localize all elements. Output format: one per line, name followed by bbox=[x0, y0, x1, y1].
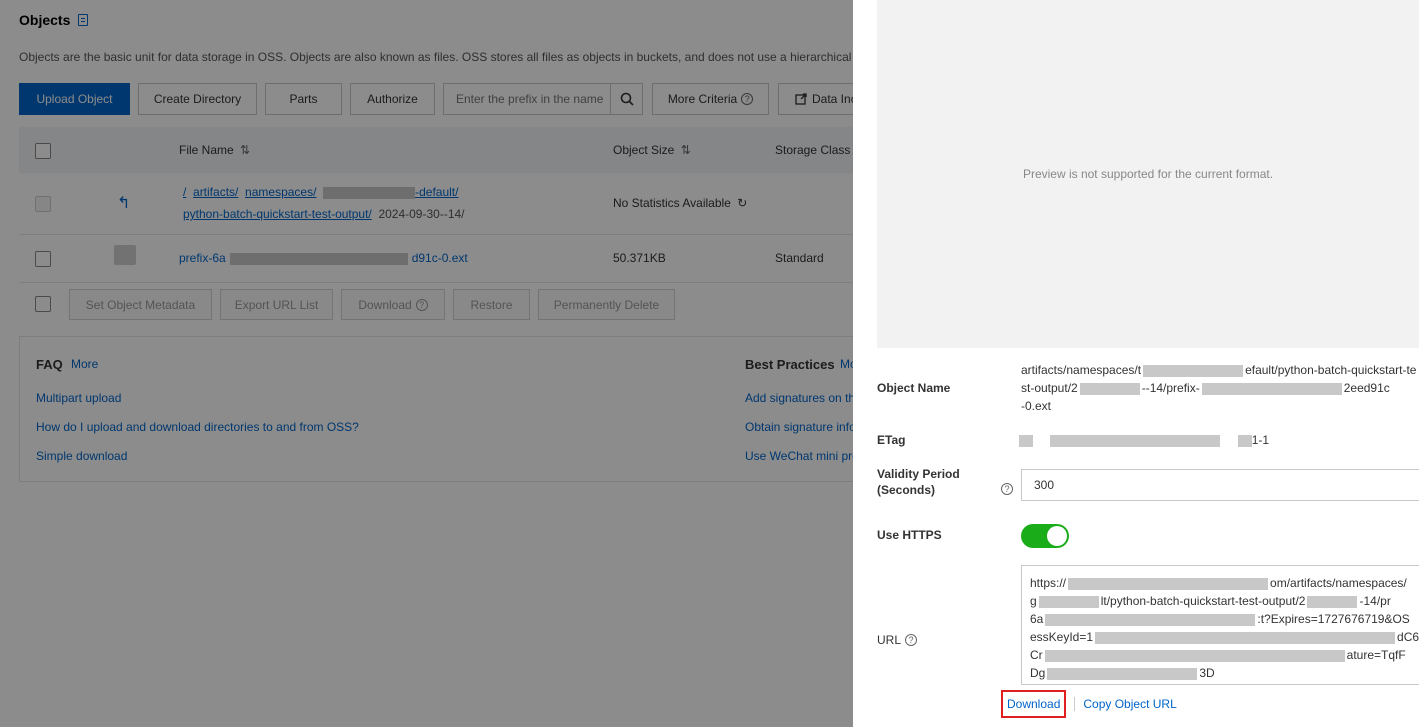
help-icon[interactable]: ? bbox=[1001, 483, 1013, 495]
help-icon[interactable]: ? bbox=[905, 634, 918, 646]
validity-period-label: Validity Period (Seconds) bbox=[877, 467, 960, 497]
etag-label: ETag bbox=[877, 433, 906, 447]
redacted-text bbox=[1201, 382, 1342, 395]
copy-object-url-link[interactable]: Copy Object URL bbox=[1083, 697, 1176, 711]
preview-area: Preview is not supported for the current… bbox=[877, 0, 1419, 348]
drawer-actions: Download Copy Object URL bbox=[1001, 690, 1177, 718]
modal-overlay[interactable] bbox=[0, 0, 853, 727]
url-textarea[interactable]: https://om/artifacts/namespaces/ g lt/pyt… bbox=[1021, 565, 1419, 685]
redacted-text bbox=[1038, 595, 1099, 608]
redacted-text bbox=[1095, 631, 1396, 644]
object-name-label: Object Name bbox=[877, 381, 951, 395]
redacted-text bbox=[1143, 364, 1244, 377]
redacted-text bbox=[1068, 577, 1269, 590]
redacted-text bbox=[1045, 613, 1256, 626]
redacted-text bbox=[1237, 434, 1252, 447]
redacted-text bbox=[1044, 649, 1345, 662]
use-https-label: Use HTTPS bbox=[877, 528, 942, 542]
download-link[interactable]: Download bbox=[1001, 690, 1067, 718]
redacted-text bbox=[1047, 667, 1198, 680]
use-https-toggle[interactable] bbox=[1021, 524, 1069, 548]
redacted-text bbox=[1019, 434, 1033, 447]
url-label: URL ? bbox=[877, 633, 918, 647]
validity-period-input[interactable]: 300 bbox=[1021, 469, 1419, 501]
redacted-text bbox=[1050, 434, 1221, 447]
object-name-value: artifacts/namespaces/t efault/python-batc… bbox=[1021, 363, 1417, 413]
divider bbox=[1074, 697, 1076, 711]
etag-value: 1-1 bbox=[1019, 431, 1269, 449]
redacted-text bbox=[1079, 382, 1140, 395]
redacted-text bbox=[1307, 595, 1358, 608]
object-details-drawer: Preview is not supported for the current… bbox=[853, 0, 1419, 727]
toggle-knob bbox=[1047, 526, 1067, 546]
preview-message: Preview is not supported for the current… bbox=[1022, 167, 1274, 181]
